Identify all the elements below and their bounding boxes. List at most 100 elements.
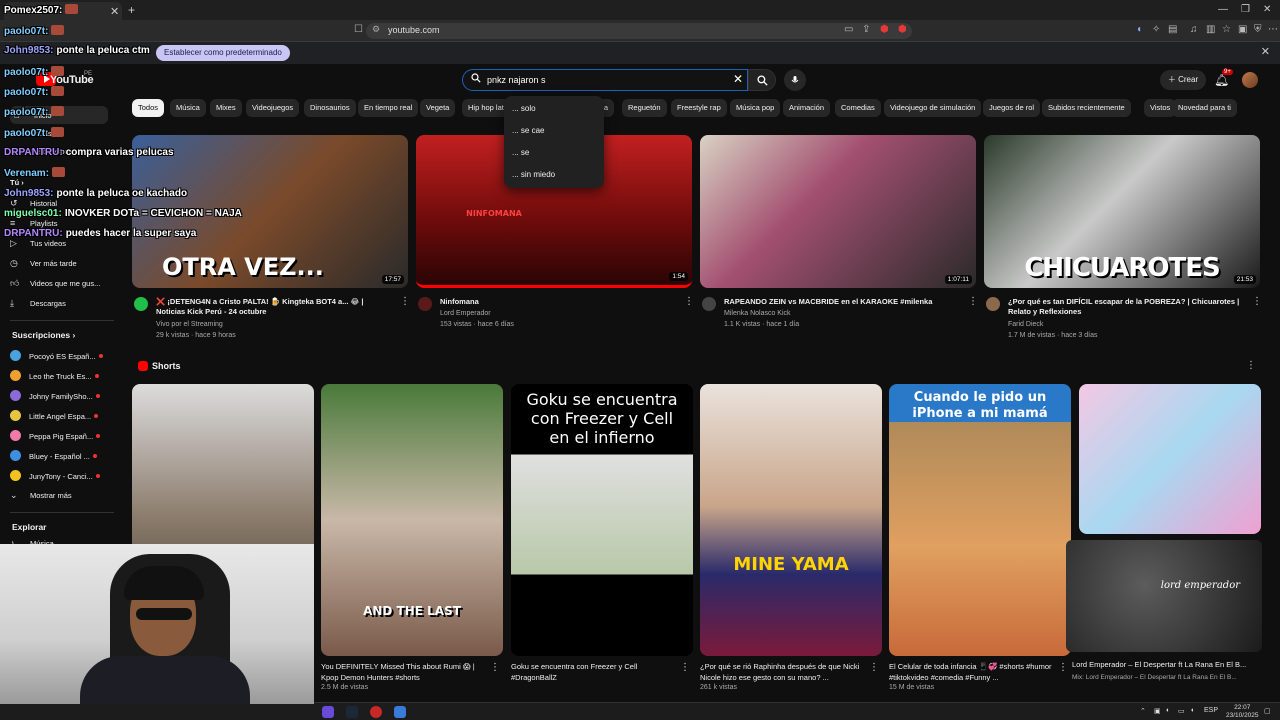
video-thumbnail[interactable]: 1:07:11: [700, 135, 976, 288]
minimize-icon[interactable]: —: [1218, 4, 1228, 15]
maximize-icon[interactable]: ❐: [1241, 4, 1250, 15]
video-channel[interactable]: Vivo por el Streaming: [156, 319, 392, 330]
short-title[interactable]: Goku se encuentra con Freezer y Cell #Dr…: [511, 661, 679, 683]
steam-icon[interactable]: [346, 706, 358, 718]
chip[interactable]: Vegeta: [420, 99, 456, 117]
notification-center-icon[interactable]: ▢: [1264, 707, 1271, 715]
chip[interactable]: En tiempo real: [358, 99, 419, 117]
search-button[interactable]: [748, 69, 776, 91]
tab-close-icon[interactable]: ✕: [110, 5, 119, 18]
chip[interactable]: Animación: [783, 99, 831, 117]
chip[interactable]: Videojuego de simulación: [884, 99, 982, 117]
cast-icon[interactable]: ▭: [844, 24, 853, 35]
more-options-icon[interactable]: ⋮: [869, 662, 879, 673]
account-avatar[interactable]: [1242, 72, 1258, 88]
chip[interactable]: Mixes: [210, 99, 242, 117]
sidebar-item-liked[interactable]: 👍︎ Videos que me gus...: [10, 278, 100, 292]
channel-avatar[interactable]: [986, 297, 1000, 311]
short-title[interactable]: You DEFINITELY Missed This about Rumi 😱 …: [321, 661, 489, 683]
reading-icon[interactable]: ▤: [1168, 24, 1177, 35]
suggestion-item[interactable]: ... sin miedo: [512, 170, 555, 179]
chip[interactable]: Música pop: [730, 99, 781, 117]
video-title[interactable]: RAPEANDO ZEIN vs MACBRIDE en el KARAOKE …: [724, 297, 960, 307]
extension-icon[interactable]: ⬢: [880, 24, 889, 35]
url-field[interactable]: ⚙ youtube.com ▭ ⇪ ⬢ ⬢: [366, 23, 912, 39]
sidebar-subscriptions-heading[interactable]: Suscripciones ›: [12, 330, 75, 340]
notifications-icon[interactable]: 🔔︎: [1214, 73, 1229, 87]
sidebar-item-your-videos[interactable]: ▷ Tus videos: [10, 238, 66, 252]
short-thumbnail[interactable]: Goku se encuentra con Freezer y Cell en …: [511, 384, 693, 656]
adblock-icon[interactable]: ⬢: [898, 24, 907, 35]
short-thumbnail[interactable]: [1079, 384, 1261, 534]
chip[interactable]: Comedias: [835, 99, 881, 117]
sidebar-channel[interactable]: Pocoyó ES Españ...: [10, 350, 103, 364]
sidebar-channel[interactable]: Leo the Truck Es...: [10, 370, 99, 384]
short-thumbnail[interactable]: MINE YAMA: [700, 384, 882, 656]
sidebar-channel[interactable]: Little Angel Espa...: [10, 410, 99, 424]
volume-icon[interactable]: ◖: [1190, 707, 1194, 714]
window-close-icon[interactable]: ✕: [1263, 4, 1271, 15]
infobar-close-icon[interactable]: ✕: [1261, 45, 1270, 58]
new-tab-icon[interactable]: +: [128, 3, 135, 17]
short-title[interactable]: ¿Por qué se rió Raphinha después de que …: [700, 661, 868, 683]
video-channel[interactable]: Milenka Nolasco Kick: [724, 308, 960, 319]
video-channel[interactable]: Farid Dieck: [1008, 319, 1244, 330]
more-options-icon[interactable]: ⋮: [1058, 662, 1068, 673]
tray-chevron-icon[interactable]: ⌃: [1140, 707, 1146, 715]
video-thumbnail[interactable]: CHICUAROTES 21:53: [984, 135, 1260, 288]
chip[interactable]: Freestyle rap: [671, 99, 727, 117]
chip[interactable]: Juegos de rol: [983, 99, 1041, 117]
chip[interactable]: Novedad para ti: [1172, 99, 1237, 117]
site-info-icon[interactable]: ⚙: [372, 24, 380, 35]
chip[interactable]: Dinosaurios: [304, 99, 356, 117]
sidebar-channel[interactable]: Johny FamilySho...: [10, 390, 100, 404]
sidebar-toggle-icon[interactable]: ▥: [1206, 24, 1215, 35]
more-options-icon[interactable]: ⋮: [968, 296, 978, 307]
short-title[interactable]: El Celular de toda infancia 📱💞 #shorts #…: [889, 661, 1057, 683]
share-icon[interactable]: ⇪: [862, 24, 870, 35]
sidebar-show-more[interactable]: ⌄ Mostrar más: [10, 490, 72, 504]
more-options-icon[interactable]: ⋮: [1246, 360, 1256, 371]
more-options-icon[interactable]: ⋮: [684, 296, 694, 307]
sidebar-item-watch-later[interactable]: ◷ Ver más tarde: [10, 258, 77, 272]
audio-icon[interactable]: ◖: [1136, 24, 1142, 35]
video-title[interactable]: Ninfomana: [440, 297, 676, 307]
chip[interactable]: Videojuegos: [246, 99, 300, 117]
system-clock[interactable]: 22:07 23/10/2025: [1226, 704, 1259, 720]
more-options-icon[interactable]: ⋮: [490, 662, 500, 673]
create-button[interactable]: ＋ Crear: [1160, 70, 1206, 90]
sidebar-item-downloads[interactable]: ⤓ Descargas: [10, 298, 66, 312]
tray-app-icon[interactable]: ◐: [1166, 707, 1170, 714]
chip[interactable]: Reguetón: [622, 99, 667, 117]
video-title[interactable]: ❌ ¡DETENG4N a Cristo PALTA! 🍺 Kingteka B…: [156, 297, 392, 317]
search-input[interactable]: pnkz najaron s ✕: [462, 69, 748, 91]
more-options-icon[interactable]: ⋮: [680, 662, 690, 673]
suggestion-item[interactable]: ... se: [512, 148, 529, 157]
mini-player[interactable]: lord emperador: [1066, 540, 1262, 652]
more-options-icon[interactable]: ⋮: [400, 296, 410, 307]
suggestion-item[interactable]: ... se cae: [512, 126, 544, 135]
video-channel[interactable]: Lord Emperador: [440, 308, 676, 319]
tray-app-icon[interactable]: ▣: [1154, 707, 1161, 715]
favorites-icon[interactable]: ☆: [1222, 24, 1231, 35]
chip-todos[interactable]: Todos: [132, 99, 165, 117]
clear-search-icon[interactable]: ✕: [733, 72, 743, 86]
chip[interactable]: Subidos recientemente: [1042, 99, 1131, 117]
set-default-button[interactable]: Establecer como predeterminado: [156, 45, 290, 61]
voice-search-button[interactable]: [784, 69, 806, 91]
media-icon[interactable]: ♫: [1190, 24, 1198, 35]
suggestion-item[interactable]: ... solo: [512, 104, 536, 113]
shield-icon[interactable]: ⛨: [1254, 24, 1262, 35]
bookmark-icon[interactable]: ☐: [354, 24, 363, 35]
browser-icon[interactable]: [394, 706, 406, 718]
channel-avatar[interactable]: [702, 297, 716, 311]
extensions-icon[interactable]: ✧: [1152, 24, 1160, 35]
sidebar-channel[interactable]: Peppa Pig Españ...: [10, 430, 101, 444]
chip[interactable]: Música: [170, 99, 206, 117]
mini-player-title[interactable]: Lord Emperador – El Despertar ft La Rana…: [1072, 660, 1256, 669]
network-icon[interactable]: ▭: [1178, 707, 1185, 715]
short-thumbnail[interactable]: AND THE LAST: [321, 384, 503, 656]
short-thumbnail[interactable]: Cuando le pido un iPhone a mi mamá: [889, 384, 1071, 656]
channel-avatar[interactable]: [418, 297, 432, 311]
language-indicator[interactable]: ESP: [1204, 707, 1218, 714]
